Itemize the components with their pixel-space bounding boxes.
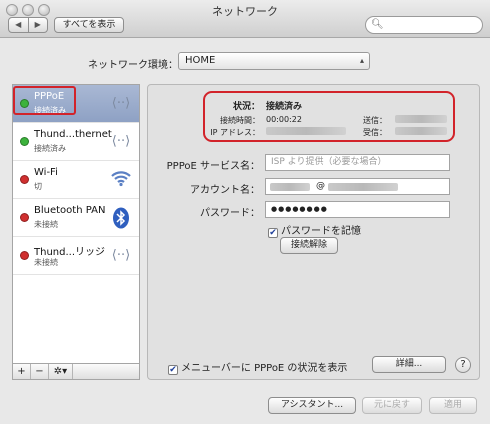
service-name: Bluetooth PAN <box>34 205 106 216</box>
ip-address-value-redacted <box>266 127 346 135</box>
status-label: 状況： <box>232 102 260 112</box>
sent-label: 送信： <box>363 116 387 125</box>
gear-icon[interactable]: ✲▾ <box>49 364 73 379</box>
add-service-button[interactable]: + <box>13 364 31 379</box>
service-name-label: PPPoE サービス名： <box>166 161 260 172</box>
service-list: PPPoE 接続済み ⟨··⟩ Thund...thernet 接続済み ⟨··… <box>12 84 140 380</box>
remember-password-checkbox[interactable]: ✔ パスワードを記憶 <box>268 222 361 238</box>
search-icon: 🔍︎ <box>371 19 384 30</box>
received-value-redacted <box>395 127 447 135</box>
service-status: 切 <box>34 182 42 191</box>
checkmark-icon: ✔ <box>268 228 278 238</box>
received-label: 受信： <box>363 128 387 137</box>
status-dot <box>20 213 29 222</box>
service-status: 接続済み <box>34 144 66 153</box>
remove-service-button[interactable]: − <box>31 364 49 379</box>
status-dot <box>20 137 29 146</box>
service-list-footer: + − ✲▾ <box>12 363 140 380</box>
password-field[interactable]: ●●●●●●●● <box>265 201 450 218</box>
account-domain-redacted <box>328 183 398 191</box>
apply-button[interactable]: 適用 <box>429 397 477 414</box>
bluetooth-icon-graphic <box>113 207 129 229</box>
account-at-sign: @ <box>316 181 325 191</box>
ethernet-icon: ⟨··⟩ <box>111 248 131 263</box>
service-item-bluetooth-pan[interactable]: Bluetooth PAN 未接続 <box>13 199 139 237</box>
location-value: HOME <box>185 55 216 66</box>
connect-time-label: 接続時間： <box>220 116 260 125</box>
service-item-thunderbolt-bridge[interactable]: Thund...リッジ 未接続 ⟨··⟩ <box>13 237 139 275</box>
status-dot <box>20 175 29 184</box>
forward-button[interactable]: ▶ <box>29 18 48 32</box>
show-in-menubar-label: メニューバーに PPPoE の状況を表示 <box>181 363 348 374</box>
wifi-icon <box>109 169 133 191</box>
service-name: Thund...リッジ <box>34 247 106 258</box>
show-all-button[interactable]: すべてを表示 <box>54 17 124 33</box>
status-value: 接続済み <box>266 102 303 112</box>
location-label: ネットワーク環境： <box>88 60 178 71</box>
ip-address-label: IP アドレス： <box>210 128 260 137</box>
service-status: 未接続 <box>34 220 58 229</box>
nav-buttons: ◀ ▶ <box>8 17 48 33</box>
service-name-field[interactable]: ISP より提供（必要な場合） <box>265 154 450 171</box>
wifi-icon-graphic <box>111 171 131 187</box>
location-select[interactable]: HOME ▴ <box>178 52 370 70</box>
service-item-thunderbolt-ethernet[interactable]: Thund...thernet 接続済み ⟨··⟩ <box>13 123 139 161</box>
ethernet-icon: ⟨··⟩ <box>111 134 131 149</box>
service-name: Thund...thernet <box>34 129 112 140</box>
ethernet-icon: ⟨··⟩ <box>111 96 131 111</box>
service-status: 未接続 <box>34 258 58 267</box>
title-bar: ネットワーク ◀ ▶ すべてを表示 🔍︎ <box>0 0 490 38</box>
checkmark-icon: ✔ <box>168 365 178 375</box>
disconnect-button[interactable]: 接続解除 <box>280 237 338 254</box>
service-name: Wi-Fi <box>34 167 58 178</box>
password-label: パスワード： <box>200 208 260 219</box>
bluetooth-icon <box>109 207 133 229</box>
account-name-field[interactable]: @ <box>265 178 450 195</box>
pppoe-highlight <box>13 86 76 115</box>
show-in-menubar-checkbox[interactable]: ✔ メニューバーに PPPoE の状況を表示 <box>168 359 347 375</box>
account-name-label: アカウント名： <box>190 185 260 196</box>
search-input[interactable]: 🔍︎ <box>365 16 483 34</box>
revert-button[interactable]: 元に戻す <box>362 397 422 414</box>
status-dot <box>20 251 29 260</box>
sent-value-redacted <box>395 115 447 123</box>
advanced-button[interactable]: 詳細... <box>372 356 446 373</box>
help-button[interactable]: ? <box>455 357 471 373</box>
account-user-redacted <box>270 183 310 191</box>
service-item-wifi[interactable]: Wi-Fi 切 <box>13 161 139 199</box>
remember-password-label: パスワードを記憶 <box>281 226 361 237</box>
connect-time-value: 00:00:22 <box>266 115 302 124</box>
assistant-button[interactable]: アシスタント... <box>268 397 356 414</box>
updown-arrow-icon: ▴ <box>359 56 364 65</box>
back-button[interactable]: ◀ <box>9 18 29 32</box>
